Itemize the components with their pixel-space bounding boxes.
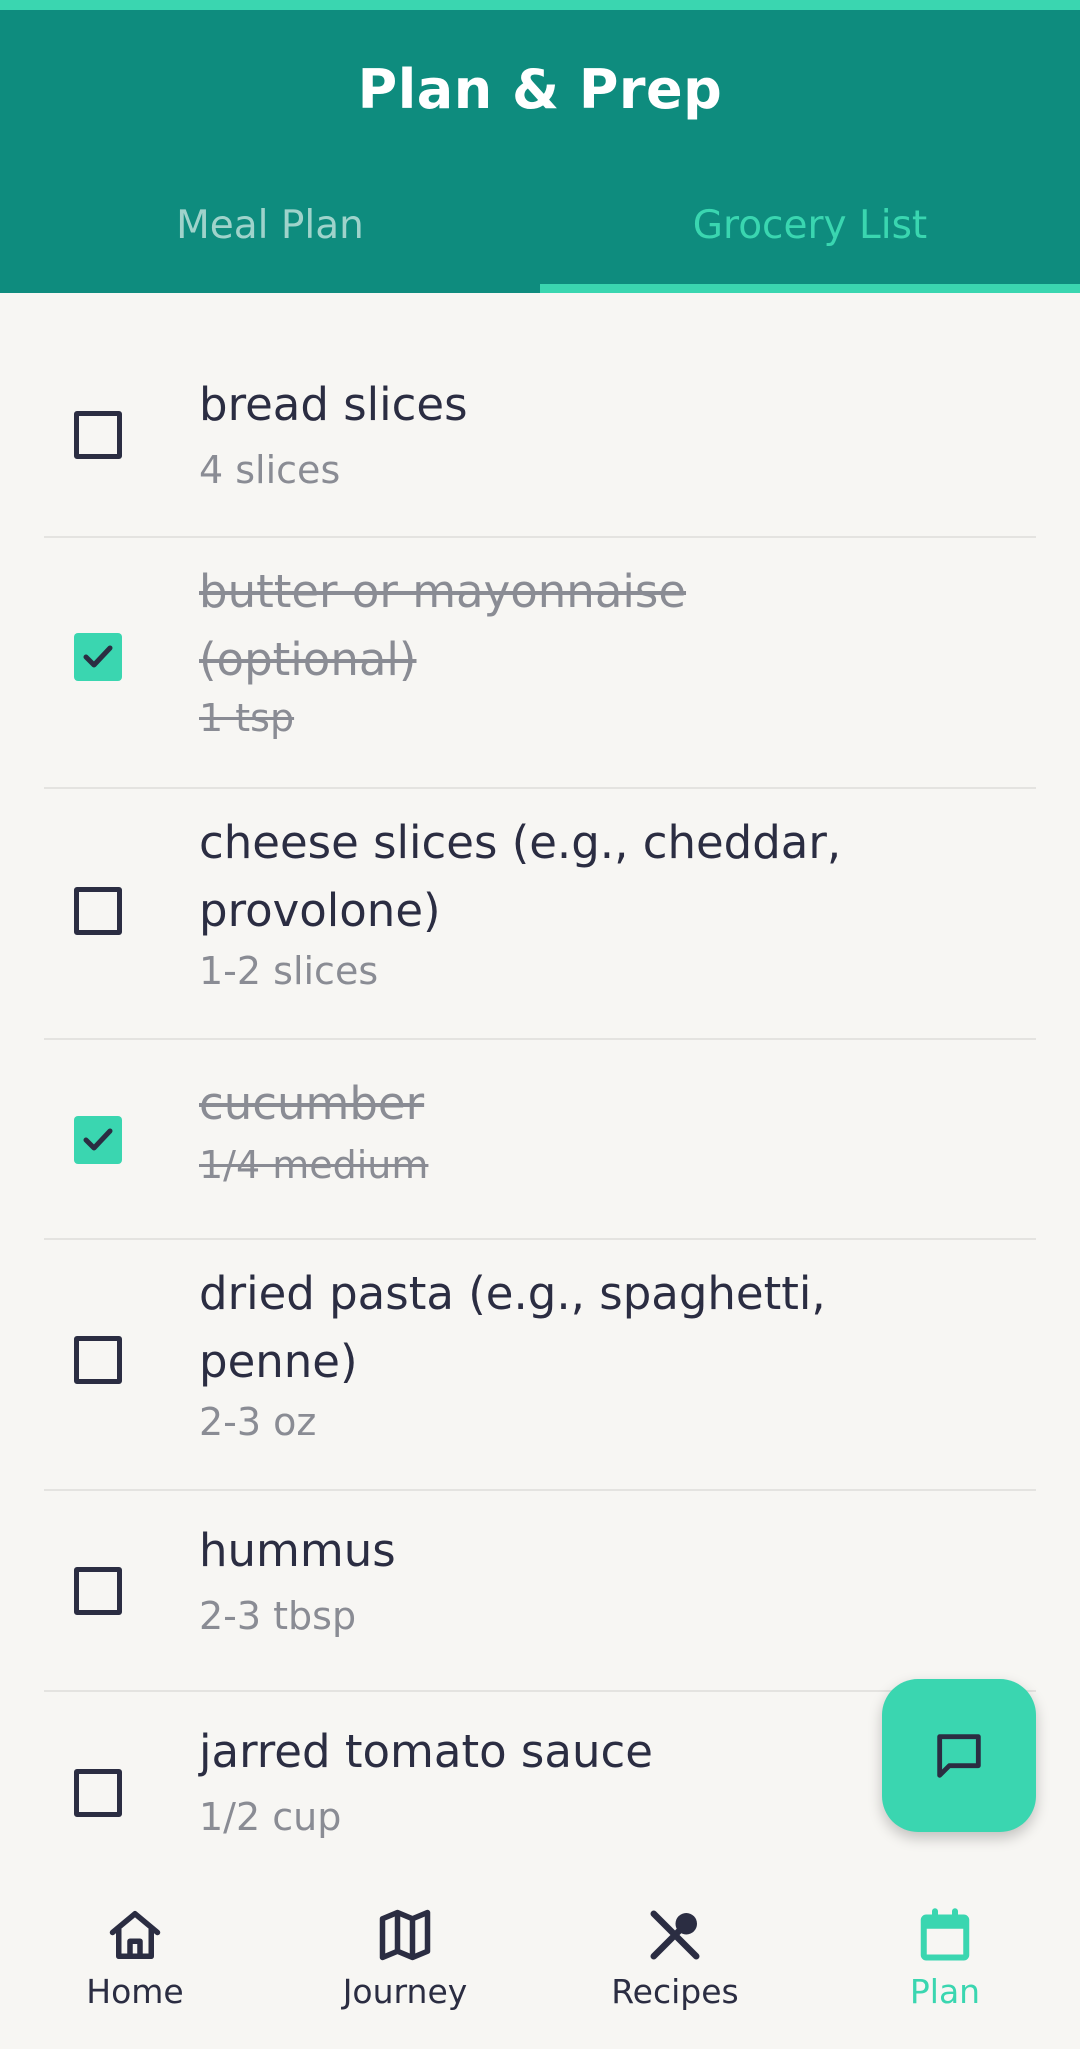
nav-item-recipes[interactable]: Recipes: [540, 1880, 810, 2049]
chat-fab-button[interactable]: [882, 1679, 1036, 1832]
grocery-item[interactable]: cheese slices (e.g., cheddar, provolone)…: [44, 789, 1036, 1040]
checkmark-icon: [83, 645, 113, 668]
calendar-icon: [920, 1908, 970, 1961]
tab-meal-plan[interactable]: Meal Plan: [0, 196, 540, 256]
nav-item-home[interactable]: Home: [0, 1880, 270, 2049]
item-checkbox[interactable]: [74, 411, 122, 459]
item-quantity: 2-3 tbsp: [199, 1594, 357, 1638]
nav-label-home: Home: [86, 1972, 184, 2011]
item-quantity: 1-2 slices: [199, 949, 379, 993]
item-name: bread slices: [199, 378, 468, 431]
grocery-item[interactable]: butter or mayonnaise (optional) 1 tsp: [44, 538, 1036, 789]
item-checkbox[interactable]: [74, 1336, 122, 1384]
item-name: jarred tomato sauce: [199, 1725, 653, 1778]
item-checkbox[interactable]: [74, 1567, 122, 1615]
checkmark-icon: [83, 1128, 113, 1151]
item-checkbox[interactable]: [74, 1116, 122, 1164]
item-quantity: 2-3 oz: [199, 1400, 317, 1444]
tab-grocery-list[interactable]: Grocery List: [540, 196, 1080, 256]
item-quantity: 4 slices: [199, 448, 341, 492]
page-title: Plan & Prep: [357, 58, 723, 121]
nav-item-journey[interactable]: Journey: [270, 1880, 540, 2049]
map-icon: [379, 1909, 431, 1961]
utensils-icon: [650, 1910, 700, 1960]
item-name: cheese slices (e.g., cheddar, provolone): [199, 816, 842, 937]
item-quantity: 1 tsp: [199, 696, 295, 740]
item-checkbox[interactable]: [74, 1769, 122, 1817]
item-quantity: 1/2 cup: [199, 1795, 342, 1839]
home-icon: [109, 1911, 161, 1959]
item-name: butter or mayonnaise (optional): [199, 565, 687, 686]
grocery-item[interactable]: cucumber 1/4 medium: [44, 1040, 1036, 1240]
item-name: hummus: [199, 1524, 396, 1577]
grocery-item[interactable]: bread slices 4 slices: [44, 293, 1036, 538]
grocery-item[interactable]: dried pasta (e.g., spaghetti, penne) 2-3…: [44, 1240, 1036, 1491]
item-name: dried pasta (e.g., spaghetti, penne): [199, 1267, 826, 1388]
item-quantity: 1/4 medium: [199, 1143, 429, 1187]
chat-icon: [937, 1734, 981, 1778]
status-accent-bar: [0, 0, 1080, 10]
bottom-navigation: Home Journey Recipes Plan: [0, 1880, 1080, 2049]
nav-label-recipes: Recipes: [611, 1972, 739, 2011]
grocery-item[interactable]: hummus 2-3 tbsp: [44, 1491, 1036, 1692]
item-name: cucumber: [199, 1077, 425, 1130]
nav-item-plan[interactable]: Plan: [810, 1880, 1080, 2049]
item-checkbox[interactable]: [74, 633, 122, 681]
active-tab-indicator: [540, 284, 1080, 293]
nav-label-plan: Plan: [909, 1972, 981, 2011]
nav-label-journey: Journey: [342, 1972, 468, 2011]
item-checkbox[interactable]: [74, 887, 122, 935]
